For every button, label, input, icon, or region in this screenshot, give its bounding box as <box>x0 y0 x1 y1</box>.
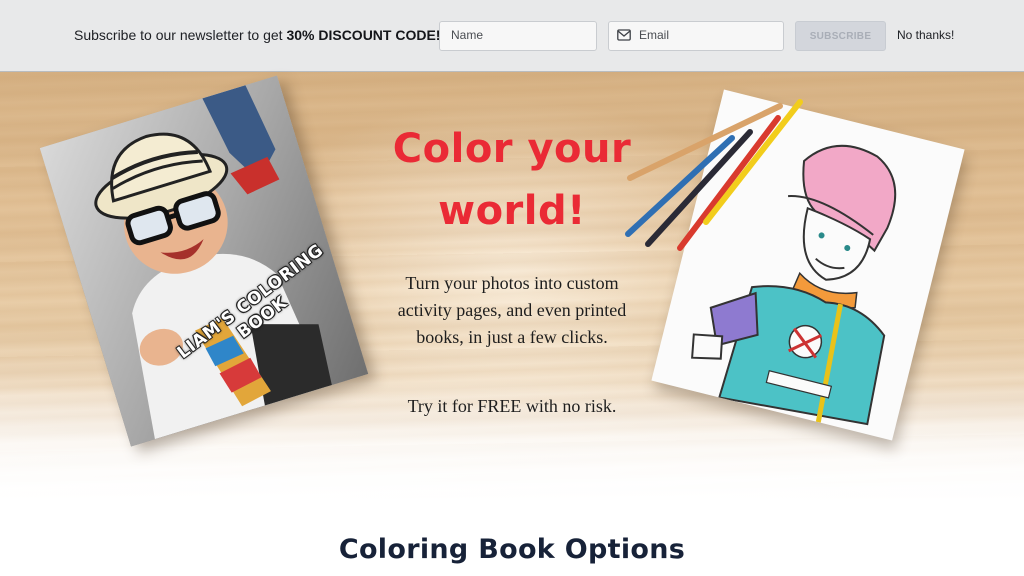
no-thanks-link[interactable]: No thanks! <box>897 28 954 42</box>
email-input[interactable]: Email <box>608 21 784 51</box>
newsletter-message: Subscribe to our newsletter to get 30% D… <box>74 27 440 43</box>
hero-description-line-3: books, in just a few clicks. <box>416 327 608 347</box>
hero-description: Turn your photos into custom activity pa… <box>382 270 642 351</box>
hero-cta-text: Try it for FREE with no risk. <box>407 396 617 416</box>
hero-title-line-1: Color your <box>392 126 632 172</box>
hero-title: Color your world! <box>362 118 662 242</box>
name-input[interactable]: Name <box>439 21 597 51</box>
discount-highlight: 30% DISCOUNT CODE! <box>286 27 441 43</box>
name-input-placeholder: Name <box>451 28 484 42</box>
email-input-placeholder: Email <box>639 28 670 42</box>
hero-title-line-2: world! <box>438 188 586 234</box>
mail-icon <box>617 29 631 41</box>
newsletter-bar: Subscribe to our newsletter to get 30% D… <box>0 0 1024 72</box>
newsletter-message-text: Subscribe to our newsletter to get <box>74 27 287 43</box>
section-title: Coloring Book Options <box>338 534 686 565</box>
subscribe-button[interactable]: SUBSCRIBE <box>795 21 886 51</box>
hero-description-line-1: Turn your photos into custom <box>405 273 619 293</box>
hero-description-line-2: activity pages, and even printed <box>397 300 627 320</box>
